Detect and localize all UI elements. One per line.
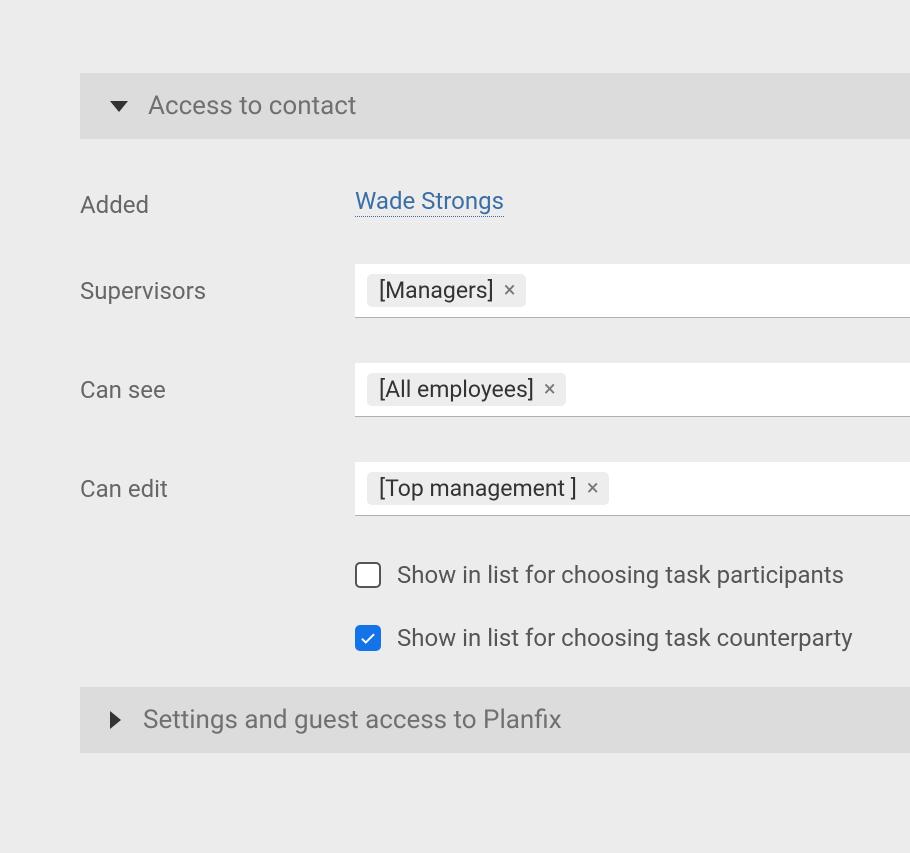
checkbox-label-counterparty: Show in list for choosing task counterpa… [397,624,853,652]
caret-down-icon [110,101,128,112]
section-title-settings: Settings and guest access to Planfix [143,705,562,735]
remove-tag-icon[interactable]: × [544,379,556,401]
can-edit-tag: [Top management ] × [367,472,609,505]
supervisors-tag: [Managers] × [367,274,526,307]
can-see-tag: [All employees] × [367,373,566,406]
section-header-settings[interactable]: Settings and guest access to Planfix [80,687,910,753]
tag-label: [All employees] [379,376,534,403]
can-see-input[interactable]: [All employees] × [355,363,910,417]
remove-tag-icon[interactable]: × [587,478,599,500]
can-edit-input[interactable]: [Top management ] × [355,462,910,516]
tag-label: [Managers] [379,277,494,304]
remove-tag-icon[interactable]: × [504,280,516,302]
section-title-access: Access to contact [148,91,356,121]
label-can-see: Can see [80,376,355,404]
added-link[interactable]: Wade Strongs [355,187,504,217]
checkbox-show-counterparty[interactable] [355,625,381,651]
label-added: Added [80,187,355,219]
label-supervisors: Supervisors [80,277,355,305]
checkbox-show-participants[interactable] [355,562,381,588]
tag-label: [Top management ] [379,475,577,502]
supervisors-input[interactable]: [Managers] × [355,264,910,318]
label-can-edit: Can edit [80,475,355,503]
checkbox-label-participants: Show in list for choosing task participa… [397,561,844,589]
section-header-access[interactable]: Access to contact [80,73,910,139]
caret-right-icon [110,711,121,729]
check-icon [359,629,377,647]
